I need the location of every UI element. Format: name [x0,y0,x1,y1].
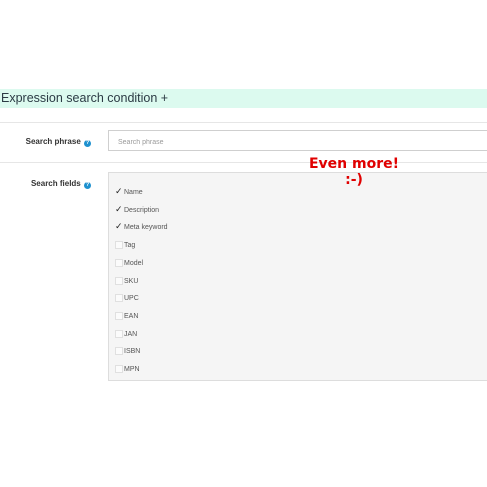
checkbox-checked[interactable]: ✓ [115,221,123,232]
search-field-label: Model [124,259,144,267]
checkbox-unchecked[interactable] [115,241,123,250]
annotation-line-2: :-) [345,172,363,188]
divider [0,122,487,123]
checkbox-checked[interactable]: ✓ [115,186,123,196]
checkmark-icon: ✓ [115,221,123,232]
search-field-label: Meta keyword [124,224,168,232]
checkbox-unchecked[interactable] [115,311,123,320]
help-icon[interactable]: ? [84,140,91,147]
checkbox-unchecked[interactable] [115,365,123,373]
divider [0,162,487,163]
search-fields-list: ✓ Name ✓ Description ✓ Meta keyword Tag Model SK… [108,172,487,381]
search-fields-label-text: Search fields [30,179,81,188]
search-field-label: Tag [124,242,136,250]
panel-title: Expression search condition + [1,91,169,105]
annotation: Even more! :-) [302,156,406,188]
search-phrase-field[interactable] [108,130,487,152]
search-phrase-input[interactable] [109,133,487,152]
help-icon[interactable]: ? [84,182,91,189]
search-field-label: EAN [124,312,139,320]
search-field-label: Description [124,206,160,214]
panel-heading: Expression search condition + [0,89,487,108]
annotation-line-1: Even more! [308,156,399,172]
search-field-label: JAN [124,330,138,338]
search-field-label: UPC [124,295,139,303]
search-fields-label: Search fields ? [31,179,91,189]
search-phrase-label-text: Search phrase [25,137,81,146]
search-field-label: ISBN [124,348,141,356]
search-field-label: Name [124,189,143,196]
checkbox-unchecked[interactable] [115,258,123,267]
checkmark-icon: ✓ [115,186,123,196]
checkbox-unchecked[interactable] [115,329,123,338]
search-phrase-label: Search phrase ? [26,137,91,147]
checkbox-unchecked[interactable] [115,347,123,356]
checkbox-checked[interactable]: ✓ [115,203,123,214]
search-field-label: SKU [124,277,139,285]
checkbox-unchecked[interactable] [115,294,123,303]
checkmark-icon: ✓ [115,203,123,214]
checkbox-unchecked[interactable] [115,276,123,285]
search-field-label: MPN [124,366,140,373]
